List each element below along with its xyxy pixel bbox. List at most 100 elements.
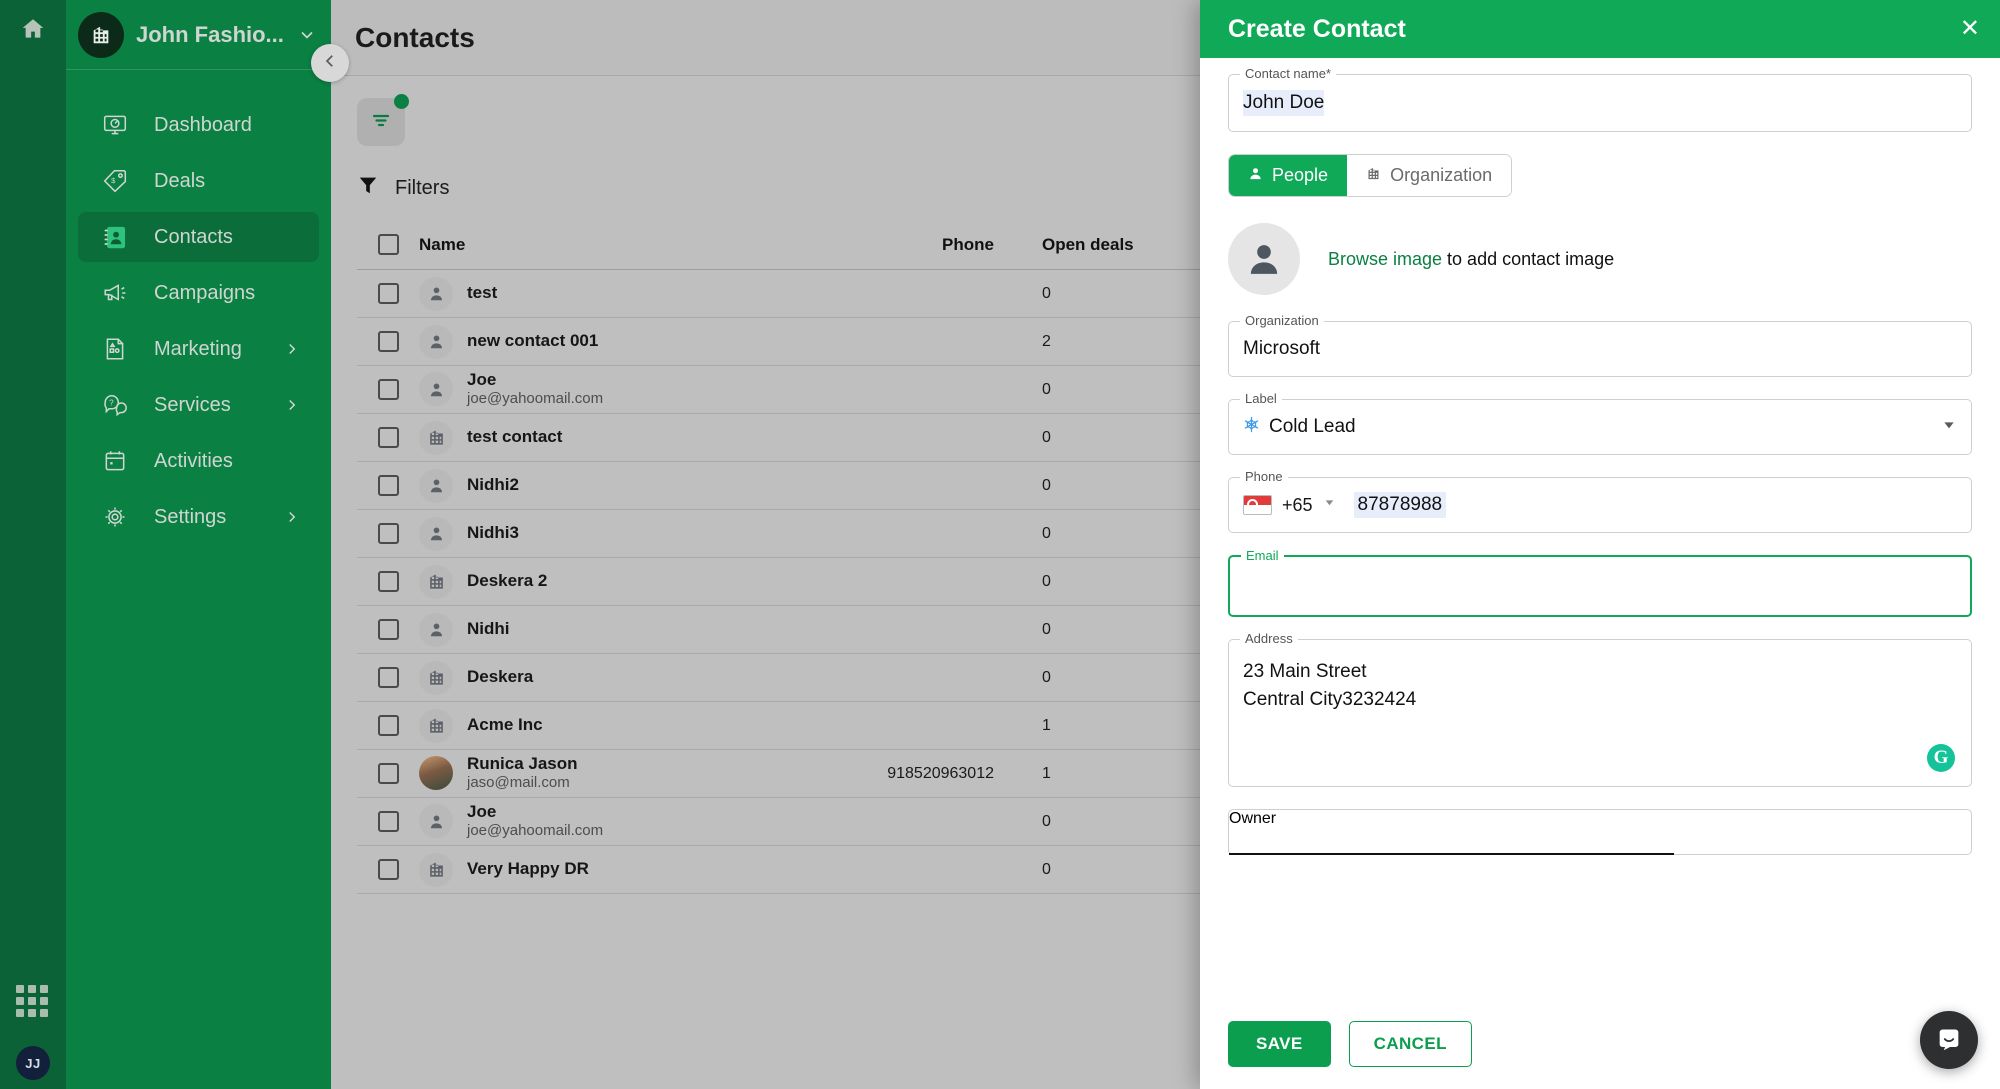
chevron-right-icon[interactable] [283,340,301,358]
row-checkbox[interactable] [377,475,399,496]
toggle-organization-label: Organization [1390,165,1493,185]
owner-field[interactable]: Owner [1228,809,1972,855]
megaphone-icon [98,276,132,310]
singapore-flag-icon [1243,495,1272,515]
cell-name[interactable]: Joe joe@yahoomail.com [419,802,789,841]
cell-name[interactable]: new contact 001 [419,324,789,359]
row-checkbox[interactable] [377,331,399,352]
cell-phone: 918520963012 [887,764,994,782]
cell-open-deals: 2 [1042,332,1051,350]
phone-dial-code[interactable]: +65 [1282,495,1313,516]
sidebar-collapse-button[interactable] [311,44,349,82]
sidebar-item-activities[interactable]: Activities [78,436,319,486]
organization-field[interactable]: Organization Microsoft [1228,313,1972,377]
email-field[interactable]: Email [1228,548,1972,617]
home-icon[interactable] [14,10,52,48]
sidebar-item-settings[interactable]: Settings [78,492,319,542]
cell-open-deals: 0 [1042,620,1051,638]
cell-name[interactable]: Deskera 2 [419,564,789,599]
cell-name[interactable]: test contact [419,420,789,455]
row-checkbox[interactable] [377,715,399,736]
cell-name[interactable]: Joe joe@yahoomail.com [419,370,789,409]
select-all-checkbox[interactable] [377,234,399,255]
sidebar-item-campaigns[interactable]: Campaigns [78,268,319,318]
row-checkbox[interactable] [377,283,399,304]
sidebar-item-label: Services [154,393,231,416]
name-block: Acme Inc [467,715,543,735]
address-input[interactable]: 23 Main Street Central City3232424 [1229,640,1971,731]
contact-name: Joe [467,369,497,389]
phone-input[interactable]: 87878988 [1353,492,1447,518]
row-checkbox[interactable] [377,523,399,544]
row-checkbox[interactable] [377,427,399,448]
caret-down-icon[interactable] [1323,496,1336,514]
filter-active-dot [394,94,409,109]
sidebar-item-marketing[interactable]: Marketing [78,324,319,374]
gear-icon [98,500,132,534]
sidebar-item-label: Activities [154,449,233,472]
org-switcher[interactable]: John Fashio... [66,0,331,70]
chevron-right-icon[interactable] [283,396,301,414]
phone-field[interactable]: Phone +65 87878988 [1228,469,1972,533]
sidebar-item-contacts[interactable]: Contacts [78,212,319,262]
person-icon [419,468,453,503]
filter-toggle-button[interactable] [357,94,409,146]
cell-name[interactable]: Nidhi2 [419,468,789,503]
row-checkbox[interactable] [377,571,399,592]
sidebar-item-label: Settings [154,505,227,528]
cell-open-deals: 1 [1042,764,1051,782]
toggle-organization[interactable]: Organization [1347,155,1512,196]
cell-name[interactable]: Acme Inc [419,708,789,743]
save-button[interactable]: SAVE [1228,1021,1331,1067]
user-avatar[interactable]: JJ [16,1046,50,1080]
phone-row: +65 87878988 [1229,478,1971,532]
row-checkbox[interactable] [377,619,399,640]
contact-name: Nidhi3 [467,523,519,543]
company-icon [419,660,453,695]
contact-name: new contact 001 [467,331,599,351]
column-header-phone[interactable]: Phone [789,235,994,255]
email-input[interactable] [1230,557,1970,589]
contact-name-field[interactable]: Contact name* John Doe [1228,66,1972,132]
funnel-icon [357,174,379,202]
organization-input[interactable]: Microsoft [1229,322,1971,376]
cell-name[interactable]: Nidhi3 [419,516,789,551]
intercom-chat-icon[interactable] [1920,1011,1978,1069]
contact-name-label: Contact name* [1240,66,1336,81]
cell-name[interactable]: Very Happy DR [419,852,789,887]
grammarly-icon[interactable]: G [1927,744,1955,772]
row-checkbox[interactable] [377,667,399,688]
label-field[interactable]: Label Cold Lead [1228,391,1972,455]
calendar-icon [98,444,132,478]
name-block: Very Happy DR [467,859,589,879]
toggle-people[interactable]: People [1229,155,1348,196]
caret-down-icon[interactable] [1941,417,1957,438]
cell-open-deals: 0 [1042,860,1051,878]
sidebar-item-services[interactable]: ? Services [78,380,319,430]
row-select-cell [357,571,419,592]
address-field[interactable]: Address 23 Main Street Central City32324… [1228,631,1972,787]
modal-footer: SAVE CANCEL [1200,1007,2000,1089]
browse-image-link[interactable]: Browse image [1328,249,1442,269]
label-select[interactable]: Cold Lead [1229,400,1971,454]
cell-name[interactable]: Nidhi [419,612,789,647]
sidebar-item-deals[interactable]: $ Deals [78,156,319,206]
row-checkbox[interactable] [377,763,399,784]
row-checkbox[interactable] [377,859,399,880]
cell-open-deals: 0 [1042,428,1051,446]
cell-name[interactable]: Runica Jason jaso@mail.com [419,754,789,793]
row-checkbox[interactable] [377,811,399,832]
column-header-name[interactable]: Name [419,235,789,255]
sidebar-item-dashboard[interactable]: Dashboard [78,100,319,150]
cell-name[interactable]: Deskera [419,660,789,695]
name-block: Deskera 2 [467,571,547,591]
contact-name-input[interactable]: John Doe [1243,90,1325,116]
column-header-open-deals[interactable]: Open deals [994,235,1169,255]
chevron-right-icon[interactable] [283,508,301,526]
cancel-button[interactable]: CANCEL [1348,1021,1472,1067]
apps-grid-icon[interactable] [16,985,50,1019]
row-checkbox[interactable] [377,379,399,400]
chevron-down-icon[interactable] [297,25,317,45]
cell-name[interactable]: test [419,276,789,311]
close-icon[interactable]: ✕ [1960,17,1980,41]
